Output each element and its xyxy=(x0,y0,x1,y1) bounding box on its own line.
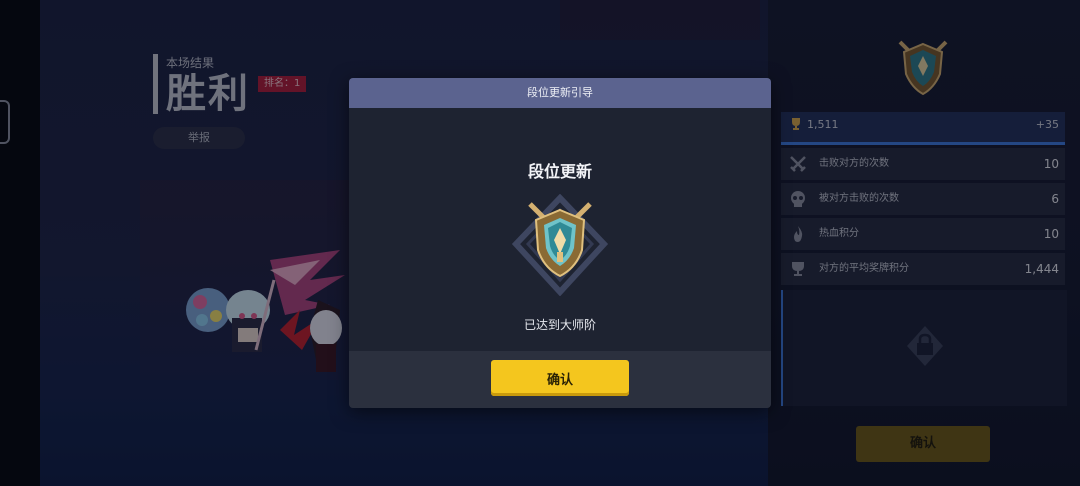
dialog-title: 段位更新引导 xyxy=(527,86,593,99)
master-rank-shield-icon xyxy=(512,194,608,296)
rank-update-dialog: 段位更新引导 段位更新 已达到大师阶 确认 xyxy=(349,78,771,408)
dialog-header: 段位更新引导 xyxy=(349,78,771,108)
dialog-body: 段位更新 已达到大师阶 xyxy=(349,108,771,351)
rank-update-heading: 段位更新 xyxy=(527,162,592,181)
confirm-button[interactable]: 确认 xyxy=(491,360,629,396)
rank-achieved-message: 已达到大师阶 xyxy=(523,318,596,332)
game-screen: 本场结果 胜利 排名：1 举报 1,511 +35 击败对方的次数 10 被对方… xyxy=(0,0,1080,486)
dialog-footer: 确认 xyxy=(349,351,771,408)
